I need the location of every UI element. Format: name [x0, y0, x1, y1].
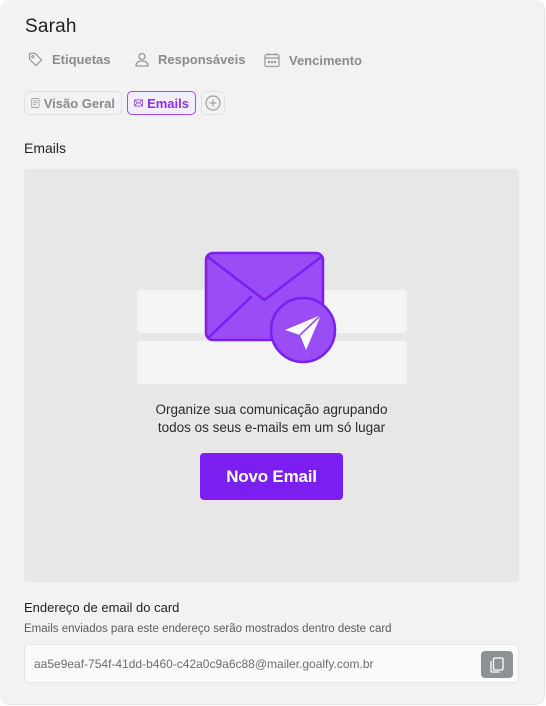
tags-label: Etiquetas	[52, 52, 111, 67]
tab-emails-label: Emails	[147, 95, 189, 111]
tab-overview-label: Visão Geral	[43, 95, 115, 111]
assignees-button[interactable]: Responsáveis	[135, 52, 245, 67]
calendar-icon	[264, 53, 280, 68]
copy-button[interactable]	[481, 651, 513, 678]
tab-overview[interactable]: Visão Geral	[24, 91, 122, 115]
empty-state-line-2: todos os seus e-mails em um só lugar	[157, 420, 386, 435]
tag-icon	[28, 52, 43, 67]
copy-icon	[490, 656, 504, 673]
empty-state-message: Organize sua comunicação agrupando todos…	[24, 401, 519, 437]
plus-circle-icon	[205, 95, 221, 111]
email-illustration	[204, 251, 337, 364]
card-title: Sarah	[25, 16, 77, 37]
email-address-title: Endereço de email do card	[24, 600, 180, 615]
due-date-label: Vencimento	[289, 52, 362, 68]
card-email-address-field[interactable]: aa5e9eaf-754f-41dd-b460-c42a0c9a6c88@mai…	[24, 644, 519, 683]
due-date-button[interactable]: Vencimento	[264, 52, 362, 68]
user-icon	[135, 52, 149, 67]
tab-emails[interactable]: Emails	[127, 91, 196, 115]
tags-button[interactable]: Etiquetas	[28, 52, 111, 67]
assignees-label: Responsáveis	[158, 52, 246, 67]
email-address-description: Emails enviados para este endereço serão…	[24, 623, 392, 635]
card-email-address-value[interactable]: aa5e9eaf-754f-41dd-b460-c42a0c9a6c88@mai…	[34, 645, 374, 684]
empty-state-line-1: Organize sua comunicação agrupando	[155, 402, 388, 417]
document-icon	[31, 98, 40, 108]
add-tab-button[interactable]	[201, 91, 225, 115]
emails-section-title: Emails	[24, 140, 67, 156]
new-email-button[interactable]: Novo Email	[200, 453, 343, 500]
emails-empty-state: Organize sua comunicação agrupando todos…	[24, 169, 519, 582]
envelope-icon	[134, 99, 143, 107]
card-panel: Sarah Etiquetas Responsáveis Vencimento …	[0, 0, 545, 705]
